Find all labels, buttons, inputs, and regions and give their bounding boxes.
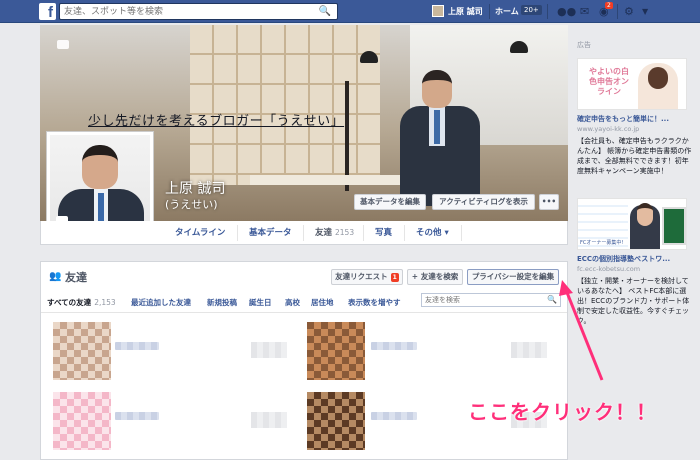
ad2-title-link[interactable]: ECCの個別指導塾ベストワ... bbox=[577, 254, 692, 264]
filter-all-friends-label: すべての友達 bbox=[47, 298, 92, 307]
profile-name[interactable]: 上原 誠司 bbox=[165, 178, 225, 198]
ad1-image-text: やよいの白色申告オンライン bbox=[589, 67, 629, 96]
friend-name-blurred[interactable] bbox=[371, 342, 417, 350]
divider bbox=[617, 4, 618, 19]
more-options-button[interactable]: ••• bbox=[539, 194, 559, 210]
user-name-link[interactable]: 上原 誠司 bbox=[448, 6, 483, 17]
friend-name-blurred[interactable] bbox=[115, 342, 159, 350]
friend-requests-icon[interactable]: ●● bbox=[557, 5, 576, 18]
ad2-url: fc.ecc-kobetsu.com bbox=[577, 265, 641, 273]
activity-log-button[interactable]: アクティビティログを表示 bbox=[432, 194, 535, 210]
cover-camera-icon[interactable] bbox=[57, 40, 69, 49]
top-navigation-bar: f 🔍 上原 誠司 ホーム 20+ ●● ✉ ◉ 2 ⚙ ▼ bbox=[0, 0, 700, 23]
filter-high-school[interactable]: 高校 bbox=[285, 297, 300, 308]
friend-status-button[interactable] bbox=[251, 412, 287, 428]
tab-photos[interactable]: 写真 bbox=[375, 221, 392, 245]
global-search-input[interactable] bbox=[60, 4, 310, 19]
friends-icon: 👥 bbox=[49, 271, 62, 282]
find-friends-button[interactable]: + 友達を検索 bbox=[407, 269, 463, 285]
ad2-board bbox=[662, 207, 686, 245]
ad2-image[interactable]: FCオーナー募集中! bbox=[577, 198, 687, 250]
friend-thumbnail[interactable] bbox=[307, 322, 365, 380]
search-icon[interactable]: 🔍 bbox=[319, 6, 331, 17]
friend-requests-button[interactable]: 友達リクエスト 1 bbox=[331, 269, 403, 285]
ad2-image-text: FCオーナー募集中! bbox=[580, 240, 624, 246]
tab-friends-label: 友達 bbox=[315, 228, 333, 238]
filter-new-posts[interactable]: 新規投稿 bbox=[207, 297, 237, 308]
divider bbox=[41, 312, 567, 313]
cover-person bbox=[395, 70, 485, 206]
filter-show-more[interactable]: 表示数を増やす bbox=[348, 297, 401, 308]
ad1-url: www.yayoi-kk.co.jp bbox=[577, 125, 640, 133]
friend-thumbnail[interactable] bbox=[53, 392, 111, 450]
friend-requests-label: 友達リクエスト bbox=[335, 272, 388, 281]
ad1-body: 【会社員も、確定申告もラクラクかんたん】 帳簿から確定申告書類の作成まで、全部無… bbox=[577, 137, 692, 175]
privacy-shortcuts-icon[interactable]: ⚙ bbox=[624, 5, 634, 18]
filter-all-friends[interactable]: すべての友達 2,153 bbox=[47, 297, 116, 308]
friend-name-blurred[interactable] bbox=[371, 412, 417, 420]
ad2-body: 【独立・開業・オーナーを検討しているあなたへ】 ベストFC本部に選出！ECCのブ… bbox=[577, 277, 690, 325]
friend-thumbnail[interactable] bbox=[53, 322, 111, 380]
global-search-box[interactable]: 🔍 bbox=[59, 3, 338, 20]
profile-tabs: タイムライン 基本データ 友達 2153 写真 その他 ▾ bbox=[40, 221, 568, 245]
edit-basic-data-button[interactable]: 基本データを編集 bbox=[354, 194, 426, 210]
tab-timeline[interactable]: タイムライン bbox=[175, 221, 225, 245]
divider bbox=[547, 4, 548, 19]
friends-search-input[interactable] bbox=[422, 294, 542, 306]
friends-search-box[interactable]: 🔍 bbox=[421, 293, 561, 307]
cover-lamp bbox=[360, 51, 378, 63]
profile-nickname: (うえせい) bbox=[165, 198, 218, 211]
filter-residence[interactable]: 居住地 bbox=[311, 297, 334, 308]
friend-status-button[interactable] bbox=[251, 342, 287, 358]
tab-friends-count: 2153 bbox=[335, 228, 355, 237]
tab-friends[interactable]: 友達 2153 bbox=[315, 221, 354, 245]
ad1-model bbox=[638, 63, 678, 109]
home-link[interactable]: ホーム bbox=[495, 6, 519, 17]
messages-icon[interactable]: ✉ bbox=[580, 5, 589, 18]
cover-title-text: 少し先だけを考えるブロガー「うえせい」 bbox=[88, 114, 345, 129]
search-icon[interactable]: 🔍 bbox=[547, 295, 557, 304]
friends-section: 👥 友達 友達リクエスト 1 + 友達を検索 プライバシー設定を編集 すべての友達… bbox=[40, 261, 568, 460]
ads-heading: 広告 bbox=[577, 41, 591, 49]
filter-recently-added[interactable]: 最近追加した友達 bbox=[131, 297, 191, 308]
friend-request-badge: 1 bbox=[390, 273, 399, 282]
ad1-title-link[interactable]: 確定申告をもっと簡単に！... bbox=[577, 114, 692, 124]
facebook-logo-icon[interactable]: f bbox=[39, 3, 56, 20]
ad1-image[interactable]: やよいの白色申告オンライン bbox=[577, 58, 687, 110]
ad2-model bbox=[630, 203, 660, 249]
account-menu-chevron-icon[interactable]: ▼ bbox=[642, 7, 648, 16]
friend-thumbnail[interactable] bbox=[307, 392, 365, 450]
user-avatar[interactable] bbox=[432, 5, 444, 17]
filter-birthdays[interactable]: 誕生日 bbox=[249, 297, 272, 308]
cover-lamp bbox=[510, 41, 528, 53]
friend-status-button[interactable] bbox=[511, 342, 547, 358]
home-count-badge: 20+ bbox=[521, 5, 542, 15]
friends-section-title: 友達 bbox=[65, 271, 87, 284]
annotation-callout: ここをクリック！！ bbox=[468, 400, 657, 424]
all-friends-count: 2,153 bbox=[94, 298, 116, 307]
divider bbox=[489, 4, 490, 19]
tab-basic-data[interactable]: 基本データ bbox=[249, 221, 292, 245]
notification-badge: 2 bbox=[605, 2, 613, 9]
edit-privacy-settings-button[interactable]: プライバシー設定を編集 bbox=[467, 269, 559, 285]
friend-name-blurred[interactable] bbox=[115, 412, 159, 420]
tab-more[interactable]: その他 ▾ bbox=[416, 221, 449, 245]
